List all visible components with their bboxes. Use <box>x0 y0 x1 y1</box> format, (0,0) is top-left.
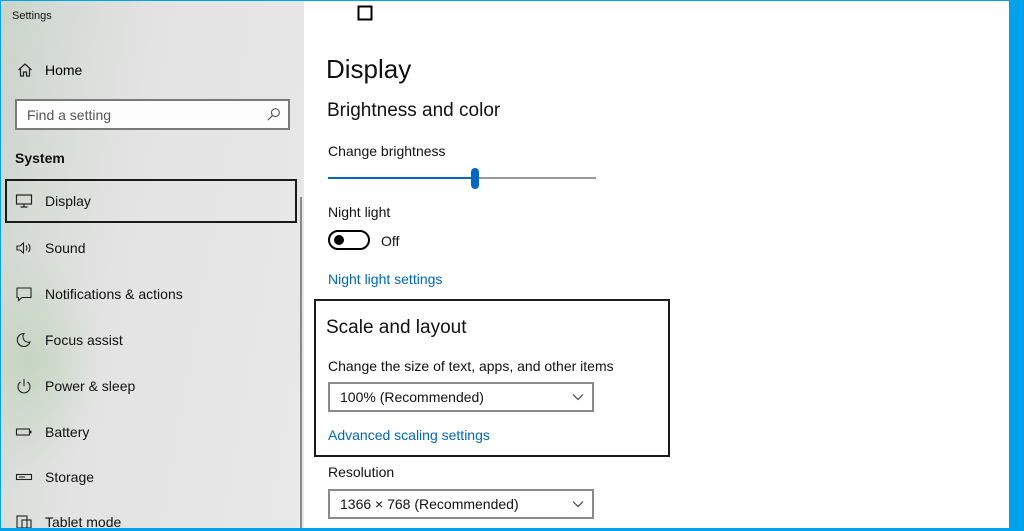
night-light-toggle[interactable] <box>328 230 370 250</box>
search-input[interactable] <box>17 101 257 128</box>
night-light-toggle-knob <box>334 235 344 245</box>
sidebar-item-label: Notifications & actions <box>45 286 183 302</box>
settings-window: Settings Home System Display <box>1 1 1009 528</box>
brightness-slider-fill <box>328 177 471 179</box>
battery-icon <box>15 428 32 436</box>
sidebar-item-notifications[interactable]: Notifications & actions <box>5 272 297 316</box>
page-title: Display <box>326 54 412 84</box>
sidebar-item-label: Focus assist <box>45 332 123 348</box>
resolution-dropdown-value: 1366 × 768 (Recommended) <box>340 496 519 512</box>
speaker-icon <box>16 241 31 255</box>
chevron-down-icon <box>572 501 584 508</box>
night-light-state: Off <box>381 233 400 249</box>
sidebar-item-label: Battery <box>45 424 90 440</box>
resolution-dropdown[interactable]: 1366 × 768 (Recommended) <box>328 489 594 519</box>
section-label-system: System <box>15 150 65 166</box>
sidebar-item-label: Power & sleep <box>45 378 136 394</box>
search-icon[interactable] <box>266 107 281 122</box>
sidebar-scrollbar[interactable] <box>300 197 302 528</box>
monitor-icon <box>15 194 33 208</box>
brightness-slider-track <box>479 177 596 179</box>
chevron-down-icon <box>572 394 584 401</box>
night-light-settings-link[interactable]: Night light settings <box>328 271 442 287</box>
brightness-slider[interactable] <box>328 168 596 190</box>
app-title: Settings <box>12 10 52 22</box>
notification-icon <box>16 287 32 302</box>
advanced-scaling-link[interactable]: Advanced scaling settings <box>328 427 490 443</box>
sidebar-home-button[interactable]: Home <box>1 57 304 83</box>
sidebar-item-focus-assist[interactable]: Focus assist <box>5 318 297 362</box>
storage-icon <box>15 473 33 481</box>
sidebar: Settings Home System Display <box>1 1 304 528</box>
scale-dropdown[interactable]: 100% (Recommended) <box>328 382 594 412</box>
search-box[interactable] <box>15 99 290 130</box>
scale-dropdown-value: 100% (Recommended) <box>340 389 484 405</box>
sidebar-item-label: Display <box>45 193 91 209</box>
sidebar-item-battery[interactable]: Battery <box>5 410 297 454</box>
home-label: Home <box>45 62 83 78</box>
brightness-slider-thumb[interactable] <box>471 168 479 189</box>
sidebar-item-label: Sound <box>45 240 86 256</box>
main-content: Display Brightness and color Change brig… <box>304 1 1009 528</box>
sidebar-item-label: Tablet mode <box>45 514 122 528</box>
brightness-section-header: Brightness and color <box>327 100 501 121</box>
brightness-label: Change brightness <box>328 143 446 159</box>
resolution-label: Resolution <box>328 464 395 480</box>
moon-icon <box>16 332 31 348</box>
sidebar-item-label: Storage <box>45 469 95 485</box>
maximize-icon[interactable] <box>357 5 373 21</box>
home-icon <box>18 63 32 77</box>
sidebar-item-tablet-mode[interactable]: Tablet mode <box>5 500 297 528</box>
power-icon <box>17 379 31 394</box>
scale-section-header: Scale and layout <box>326 317 467 338</box>
text-size-label: Change the size of text, apps, and other… <box>328 358 614 374</box>
sidebar-item-display[interactable]: Display <box>5 179 297 223</box>
sidebar-item-power-sleep[interactable]: Power & sleep <box>5 364 297 408</box>
sidebar-item-sound[interactable]: Sound <box>5 226 297 270</box>
tablet-mode-icon <box>16 515 32 528</box>
night-light-label: Night light <box>328 204 391 220</box>
sidebar-item-storage[interactable]: Storage <box>5 455 297 499</box>
